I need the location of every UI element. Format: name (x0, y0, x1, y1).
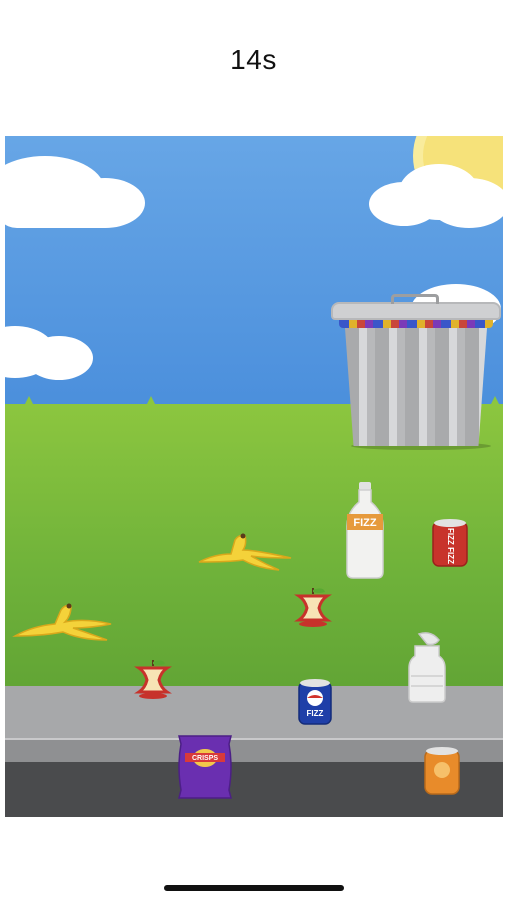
cloud-icon (5, 144, 145, 228)
bottle-label: FIZZ (353, 517, 376, 529)
crisps-packet-icon[interactable]: CRISPS (175, 734, 235, 800)
cloud-icon (5, 322, 95, 382)
can-label: FIZZ FIZZ (446, 528, 455, 564)
can-icon[interactable]: FIZZ FIZZ (431, 518, 469, 570)
can-label: FIZZ (307, 709, 324, 718)
apple-core-icon[interactable] (133, 658, 173, 700)
cloud-icon (369, 164, 503, 228)
crisps-label: CRISPS (192, 755, 218, 762)
milk-bottle-icon[interactable] (405, 632, 449, 704)
banana-peel-icon[interactable] (195, 532, 295, 574)
can-icon[interactable] (423, 746, 461, 798)
banana-peel-icon[interactable] (11, 602, 115, 644)
game-canvas[interactable]: FIZZ FIZZ FIZZ FIZZ CRISPS (5, 136, 503, 817)
bottle-icon[interactable]: FIZZ (343, 482, 387, 580)
can-icon[interactable]: FIZZ (297, 678, 333, 728)
timer-display: 14s (230, 44, 277, 75)
apple-core-icon[interactable] (293, 586, 333, 628)
home-indicator[interactable] (164, 885, 344, 891)
trash-bin-icon[interactable] (331, 294, 503, 450)
